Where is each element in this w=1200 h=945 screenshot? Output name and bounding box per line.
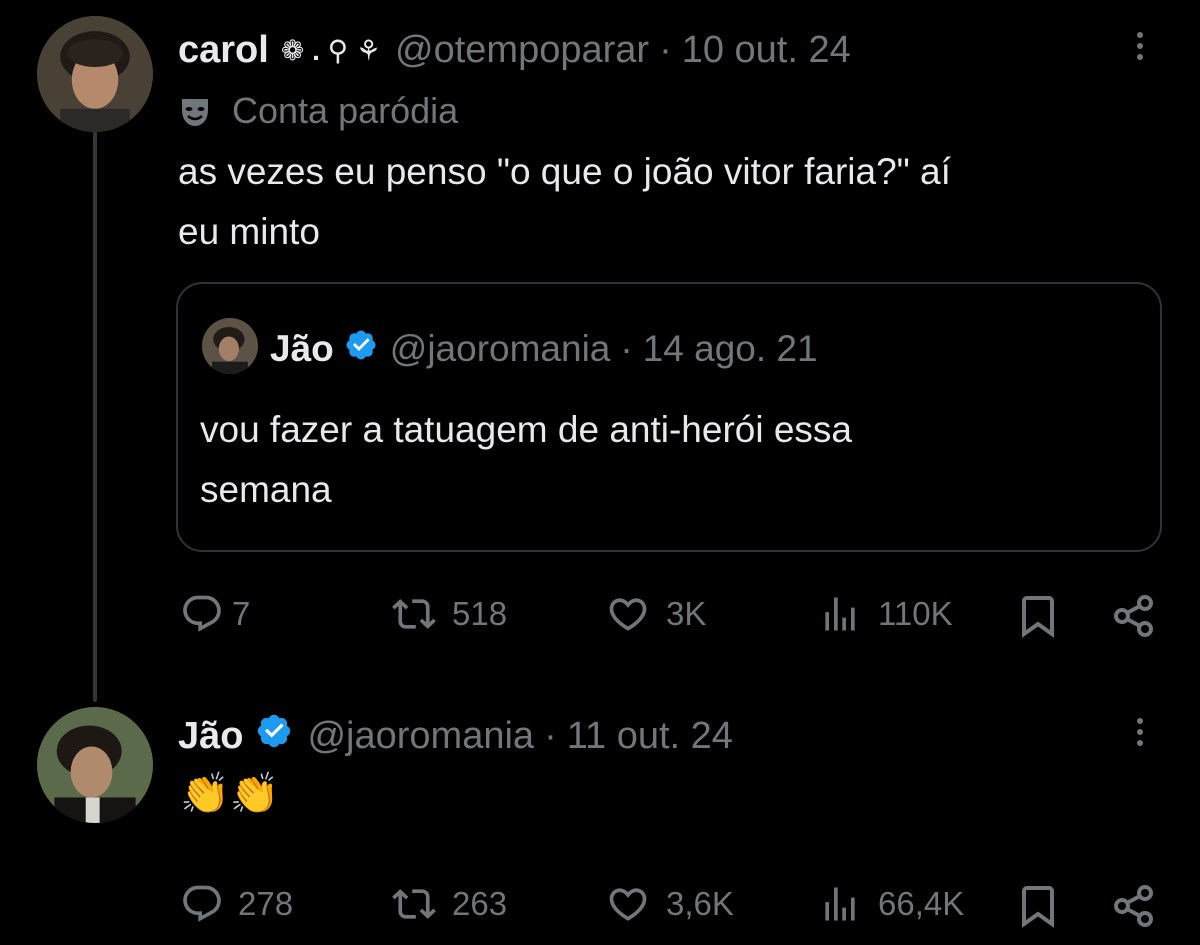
separator-dot: · (659, 28, 672, 71)
tweet-date[interactable]: 10 out. 24 (682, 29, 851, 72)
like-button[interactable]: 3,6K (606, 882, 734, 926)
like-count: 3K (666, 595, 707, 632)
like-icon (609, 598, 647, 631)
author-handle[interactable]: @otempoparar (395, 29, 649, 72)
like-count: 3,6K (666, 885, 734, 922)
quote-handle: @jaoromania (389, 328, 611, 369)
retweet-icon (392, 599, 436, 629)
parody-label: Conta paródia (180, 86, 458, 136)
reply-author-name[interactable]: Jão (178, 715, 243, 758)
separator-dot: · (620, 328, 633, 369)
parody-mask-icon (180, 95, 210, 127)
reply-avatar[interactable] (37, 707, 153, 823)
verified-icon (344, 328, 378, 371)
bookmark-button[interactable] (1014, 882, 1062, 930)
views-button[interactable]: 110K (818, 592, 953, 636)
quote-date: 14 ago. 21 (642, 328, 818, 369)
quote-avatar-image (202, 318, 258, 374)
verified-icon (255, 712, 293, 760)
tweet-text: as vezes eu penso "o que o joão vitor fa… (178, 142, 951, 262)
reply-count: 278 (238, 885, 294, 922)
retweet-count: 518 (452, 595, 508, 632)
views-button[interactable]: 66,4K (818, 882, 964, 926)
share-button[interactable] (1110, 592, 1158, 640)
reply-count: 7 (232, 595, 251, 632)
views-icon (825, 597, 855, 631)
reply-icon (183, 595, 221, 632)
bookmark-button[interactable] (1014, 592, 1062, 640)
quote-header: Jão @jaoromania · 14 ago. 21 (270, 322, 818, 376)
reply-date[interactable]: 11 out. 24 (567, 715, 733, 758)
retweet-button[interactable]: 263 (390, 882, 507, 926)
retweet-count: 263 (452, 885, 508, 922)
bookmark-icon (1022, 886, 1054, 928)
avatar-image (37, 16, 153, 132)
avatar[interactable] (37, 16, 153, 132)
views-count: 110K (878, 595, 953, 632)
bookmark-icon (1022, 596, 1054, 638)
like-icon (609, 888, 647, 921)
quote-avatar (202, 318, 258, 374)
tweet-text-line: as vezes eu penso "o que o joão vitor fa… (178, 151, 951, 192)
name-symbols: ❁ . ⚲ ⚘ (280, 34, 382, 66)
views-count: 66,4K (878, 885, 965, 922)
more-icon[interactable] (1136, 718, 1144, 751)
reply-icon (183, 885, 221, 922)
more-icon[interactable] (1136, 32, 1144, 65)
separator-dot: · (544, 714, 557, 757)
parody-label-text: Conta paródia (232, 90, 459, 131)
reply-button[interactable]: 7 (180, 592, 250, 636)
author-name[interactable]: carol (178, 29, 269, 72)
reply-avatar-image (37, 707, 153, 823)
reply-actions: 278 263 3,6K 66,4K (0, 876, 1200, 932)
quote-text: vou fazer a tatuagem de anti-herói essa … (200, 400, 852, 520)
share-icon (1114, 885, 1153, 927)
tweet-text-line: eu minto (178, 211, 320, 252)
tweet-header: carol ❁ . ⚲ ⚘ @otempoparar · 10 out. 24 (178, 22, 851, 78)
views-icon (825, 887, 855, 921)
quote-text-line: vou fazer a tatuagem de anti-herói essa (200, 409, 852, 450)
reply-button[interactable]: 278 (180, 882, 293, 926)
retweet-icon (392, 889, 436, 919)
like-button[interactable]: 3K (606, 592, 706, 636)
retweet-button[interactable]: 518 (390, 592, 507, 636)
share-icon (1114, 595, 1153, 637)
quote-author-name: Jão (270, 328, 334, 369)
share-button[interactable] (1110, 882, 1158, 930)
reply-header: Jão @jaoromania · 11 out. 24 (178, 708, 733, 764)
tweet-actions: 7 518 3K 110K (0, 586, 1200, 642)
reply-text: 👏👏 (180, 772, 280, 816)
reply-handle[interactable]: @jaoromania (307, 715, 534, 758)
quote-text-line: semana (200, 469, 332, 510)
